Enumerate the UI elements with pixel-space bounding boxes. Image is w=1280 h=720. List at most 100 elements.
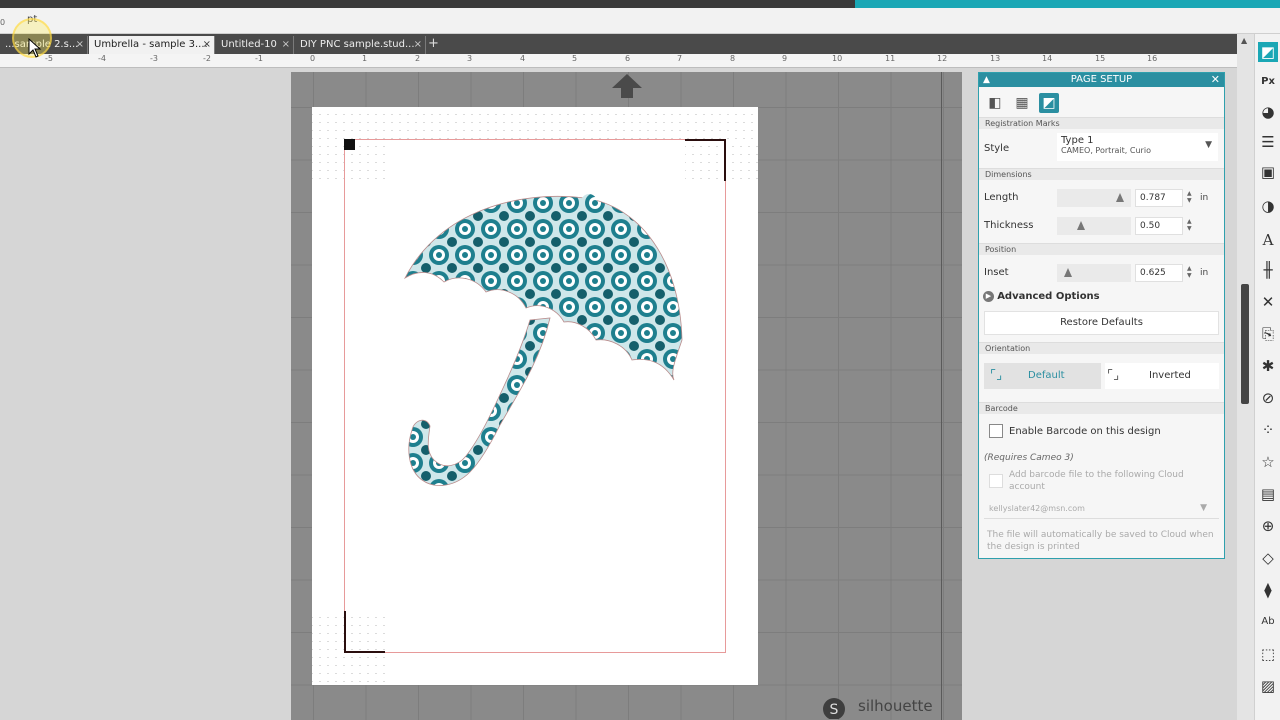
close-icon[interactable]: ×: [414, 36, 422, 54]
ruler-tick: 1: [362, 54, 368, 63]
ruler-tick: 10: [832, 54, 843, 63]
collapse-chevron-icon[interactable]: ▲: [983, 73, 990, 87]
sketch-icon[interactable]: ◇: [1258, 548, 1278, 568]
inset-field[interactable]: 0.625: [1135, 264, 1183, 282]
image-effects-icon[interactable]: ▣: [1258, 162, 1278, 182]
cloud-account-select[interactable]: kellyslater42@msn.com ▼: [984, 501, 1219, 519]
registration-tab-icon[interactable]: ◩: [1039, 93, 1059, 113]
units-zero: 0: [0, 18, 6, 27]
fill-color-icon[interactable]: ◕: [1258, 102, 1278, 122]
close-icon[interactable]: ×: [76, 36, 84, 54]
ruler-tick: 0: [310, 54, 316, 63]
section-dimensions: Dimensions: [979, 168, 1224, 180]
length-field[interactable]: 0.787: [1135, 189, 1183, 207]
length-spinner-icon[interactable]: ▲ ▼: [1187, 190, 1195, 204]
close-icon[interactable]: ×: [282, 36, 290, 54]
vertical-scrollbar[interactable]: ▲: [1237, 34, 1254, 720]
text-style-icon[interactable]: A: [1258, 230, 1278, 250]
align-icon[interactable]: ╫: [1258, 260, 1278, 280]
no-print-zone-top: [312, 107, 758, 139]
panel-title: PAGE SETUP: [1070, 74, 1133, 85]
scrollbar-thumb[interactable]: [1241, 284, 1249, 404]
page-tab-icon[interactable]: ◧: [985, 93, 1005, 113]
transparency-icon[interactable]: ◑: [1258, 196, 1278, 216]
trace-icon[interactable]: ✕: [1258, 292, 1278, 312]
app-top-strip: [0, 0, 1280, 8]
add-tab-icon[interactable]: +: [428, 36, 439, 52]
length-label: Length: [984, 192, 1019, 203]
ruler-tick: 8: [730, 54, 736, 63]
panel-header: ▲ PAGE SETUP ✕: [979, 73, 1224, 87]
style-dropdown[interactable]: Type 1 CAMEO, Portrait, Curio ▼: [1057, 133, 1218, 161]
style-label: Style: [984, 143, 1010, 154]
chevron-down-icon: ▼: [1205, 140, 1212, 150]
close-icon[interactable]: ✕: [1211, 73, 1220, 87]
units-bar: 0 pt: [0, 8, 1280, 34]
registration-corner-bl: [344, 611, 385, 653]
advanced-options-toggle[interactable]: ▶ Advanced Options: [983, 291, 1100, 303]
length-slider[interactable]: [1057, 189, 1131, 207]
enable-barcode-checkbox[interactable]: [989, 424, 1003, 438]
thickness-label: Thickness: [984, 220, 1034, 231]
add-barcode-checkbox[interactable]: [989, 474, 1003, 488]
ruler-tick: 2: [415, 54, 421, 63]
chevron-down-icon: ▼: [1200, 503, 1207, 513]
ruler-tick: 3: [467, 54, 473, 63]
modify-icon[interactable]: ⊘: [1258, 388, 1278, 408]
silhouette-brand-text: silhouette: [858, 697, 933, 715]
globe-icon[interactable]: ⊕: [1258, 516, 1278, 536]
slider-thumb[interactable]: [1077, 221, 1085, 230]
restore-defaults-button[interactable]: Restore Defaults: [984, 311, 1219, 335]
ruler-tick: 6: [625, 54, 631, 63]
feed-direction-arrow-icon: [612, 74, 642, 98]
replicate-icon[interactable]: ✱: [1258, 356, 1278, 376]
section-orientation: Orientation: [979, 342, 1224, 354]
warp-icon[interactable]: ⧫: [1258, 580, 1278, 600]
tab-untitled-10[interactable]: Untitled-10 ×: [216, 36, 294, 54]
library-icon[interactable]: ▤: [1258, 484, 1278, 504]
offset-icon[interactable]: ⎘: [1258, 324, 1278, 344]
slider-thumb[interactable]: [1116, 193, 1124, 202]
expand-icon: ▶: [983, 291, 994, 302]
ruler-tick: 15: [1095, 54, 1106, 63]
close-icon[interactable]: ×: [203, 36, 211, 54]
inset-slider[interactable]: [1057, 264, 1131, 282]
mouse-cursor-icon: [28, 38, 42, 58]
ruler-tick: 7: [677, 54, 683, 63]
line-style-icon[interactable]: ☰: [1258, 132, 1278, 152]
tab-umbrella[interactable]: Umbrella - sample 3.... ×: [89, 36, 215, 54]
orientation-default-button[interactable]: ⌜⌟ Default: [984, 363, 1101, 389]
document-tab-bar: ...sample 2.s... × Umbrella - sample 3...…: [0, 34, 1237, 54]
requires-cameo-note: (Requires Cameo 3): [984, 453, 1074, 463]
inset-unit: in: [1200, 268, 1209, 278]
inset-spinner-icon[interactable]: ▲ ▼: [1187, 265, 1195, 279]
scroll-up-icon[interactable]: ▲: [1241, 36, 1247, 45]
tab-diy-pnc[interactable]: DIY PNC sample.stud... ×: [295, 36, 426, 54]
star-icon[interactable]: ☆: [1258, 452, 1278, 472]
thickness-slider[interactable]: [1057, 217, 1131, 235]
page-setup-panel: ▲ PAGE SETUP ✕ ◧ ▦ ◩ Registration Marks …: [978, 72, 1225, 559]
ruler-tick: 9: [782, 54, 788, 63]
thickness-field[interactable]: 0.50: [1135, 217, 1183, 235]
umbrella-design[interactable]: [400, 190, 690, 495]
section-barcode: Barcode: [979, 402, 1224, 414]
grid-tab-icon[interactable]: ▦: [1012, 93, 1032, 113]
orientation-inverted-button[interactable]: ⌜⌟ Inverted: [1105, 363, 1219, 389]
right-toolbar: ◩ Px ◕ ☰ ▣ ◑ A ╫ ✕ ⎘ ✱ ⊘ ⁘ ☆ ▤ ⊕ ◇ ⧫ Ab …: [1254, 34, 1280, 720]
registration-corner-tr: [685, 139, 726, 181]
page-setup-icon[interactable]: ◩: [1258, 42, 1278, 62]
layers-icon[interactable]: ▨: [1258, 676, 1278, 696]
orientation-default-icon: ⌜⌟: [990, 368, 1003, 383]
crop-icon[interactable]: ⬚: [1258, 644, 1278, 664]
ruler-tick: 5: [572, 54, 578, 63]
ruler-tick: -5: [45, 54, 53, 63]
pixscan-icon[interactable]: Px: [1258, 72, 1278, 92]
slider-thumb[interactable]: [1064, 268, 1072, 277]
horizontal-ruler: -5 -4 -3 -2 -1 0 1 2 3 4 5 6 7 8 9 10 11…: [0, 54, 1237, 68]
thickness-spinner-icon[interactable]: ▲ ▼: [1187, 218, 1195, 232]
ruler-tick: -3: [150, 54, 158, 63]
ruler-tick: 11: [885, 54, 896, 63]
rhinestone-icon[interactable]: ⁘: [1258, 420, 1278, 440]
section-registration: Registration Marks: [979, 117, 1224, 129]
font-icon[interactable]: Ab: [1258, 612, 1278, 632]
